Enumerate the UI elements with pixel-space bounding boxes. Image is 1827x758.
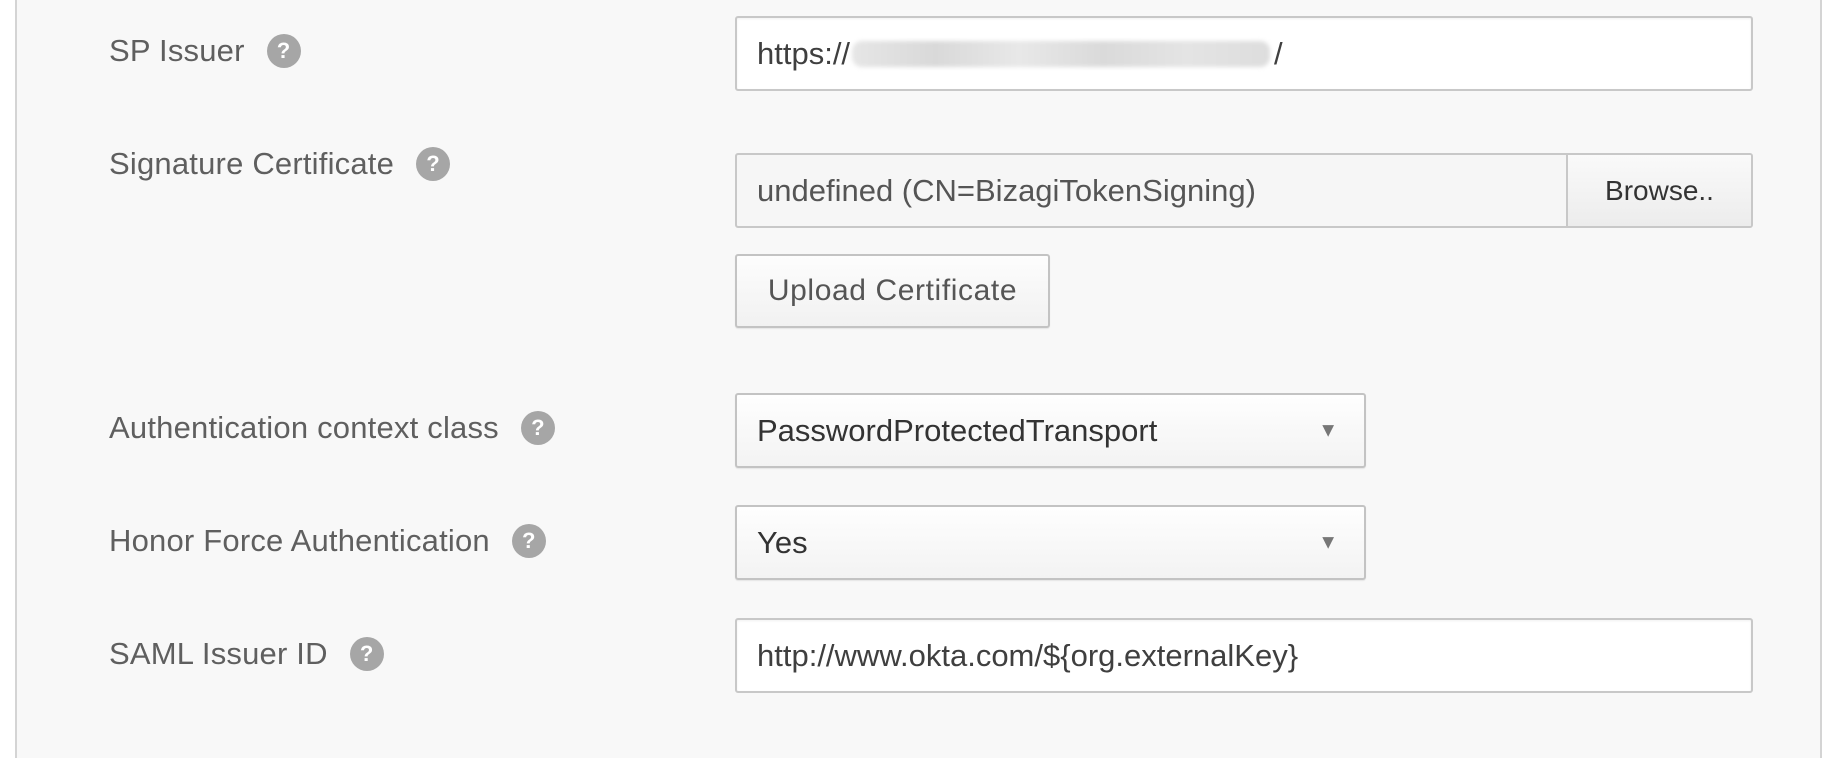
help-icon[interactable]: ? — [416, 147, 451, 181]
redacted-url-segment — [852, 40, 1271, 67]
saml-issuer-id-label-text: SAML Issuer ID — [109, 636, 328, 671]
sp-issuer-prefix: https:// — [757, 35, 851, 71]
honor-force-auth-label-text: Honor Force Authentication — [109, 523, 490, 558]
auth-context-class-label-text: Authentication context class — [109, 410, 499, 445]
chevron-down-icon: ▼ — [1318, 419, 1338, 441]
honor-force-auth-select[interactable]: Yes ▼ — [735, 505, 1366, 580]
signature-certificate-value[interactable]: undefined (CN=BizagiTokenSigning) — [737, 155, 1566, 226]
sp-issuer-suffix: / — [1274, 35, 1283, 71]
upload-certificate-button[interactable]: Upload Certificate — [735, 254, 1050, 328]
help-icon[interactable]: ? — [520, 411, 555, 445]
saml-issuer-id-input[interactable]: http://www.okta.com/${org.externalKey} — [735, 618, 1753, 693]
help-icon[interactable]: ? — [266, 34, 301, 68]
saml-issuer-id-label: SAML Issuer ID ? — [109, 636, 384, 672]
sp-issuer-label: SP Issuer ? — [109, 33, 301, 69]
honor-force-auth-selected: Yes — [757, 524, 808, 560]
signature-certificate-label: Signature Certificate ? — [109, 146, 451, 182]
signature-certificate-label-text: Signature Certificate — [109, 146, 395, 181]
saml-issuer-id-value: http://www.okta.com/${org.externalKey} — [757, 637, 1299, 673]
help-icon[interactable]: ? — [349, 637, 384, 671]
sp-issuer-input[interactable]: https:// / — [735, 16, 1753, 91]
help-icon[interactable]: ? — [511, 524, 546, 558]
browse-button[interactable]: Browse.. — [1566, 155, 1751, 226]
settings-panel: SP Issuer ? https:// / Signature Certifi… — [15, 0, 1822, 758]
signature-certificate-file-field: undefined (CN=BizagiTokenSigning) Browse… — [735, 153, 1753, 228]
auth-context-class-label: Authentication context class ? — [109, 410, 555, 446]
honor-force-auth-label: Honor Force Authentication ? — [109, 523, 546, 559]
chevron-down-icon: ▼ — [1318, 531, 1338, 553]
sp-issuer-label-text: SP Issuer — [109, 33, 245, 68]
auth-context-class-selected: PasswordProtectedTransport — [757, 412, 1158, 448]
auth-context-class-select[interactable]: PasswordProtectedTransport ▼ — [735, 393, 1366, 468]
